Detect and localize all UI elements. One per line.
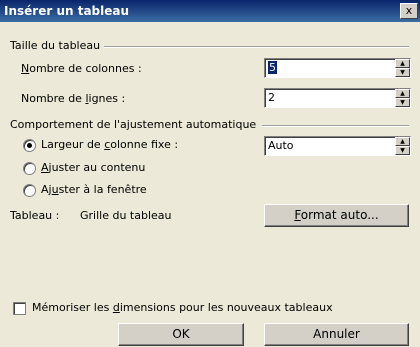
columns-value[interactable]: 5	[268, 61, 277, 74]
remember-label[interactable]: Mémoriser les dimensions pour les nouvea…	[32, 301, 333, 314]
autoformat-button[interactable]: Format auto...	[264, 204, 409, 227]
fixed-width-value[interactable]: Auto	[268, 139, 294, 152]
ok-button[interactable]: OK	[118, 323, 244, 346]
group-autofit-label: Comportement de l'ajustement automatique	[10, 118, 257, 131]
columns-up-button[interactable]: ▲	[395, 59, 410, 68]
table-style-label: Tableau :	[10, 209, 60, 222]
divider	[262, 125, 409, 127]
remember-checkbox[interactable]	[13, 302, 26, 315]
fit-window-radio[interactable]	[23, 184, 36, 197]
dialog-title: Insérer un tableau	[4, 4, 130, 18]
rows-value[interactable]: 2	[268, 91, 275, 104]
title-bar: Insérer un tableau x	[0, 0, 420, 22]
table-style-value: Grille du tableau	[80, 209, 172, 222]
fit-window-label[interactable]: Ajuster à la fenêtre	[41, 183, 147, 196]
rows-down-button[interactable]: ▼	[395, 98, 410, 107]
fixed-width-radio[interactable]	[23, 139, 36, 152]
columns-down-button[interactable]: ▼	[395, 68, 410, 77]
fixed-width-spinner[interactable]: Auto ▲ ▼	[264, 136, 411, 156]
divider	[104, 46, 409, 48]
columns-label: Nombre de colonnes :	[21, 62, 142, 75]
fixed-width-down-button[interactable]: ▼	[395, 146, 410, 155]
group-table-size-label: Taille du tableau	[10, 39, 101, 52]
rows-label: Nombre de lignes :	[21, 92, 126, 105]
columns-spinner[interactable]: 5 ▲ ▼	[264, 58, 411, 78]
rows-up-button[interactable]: ▲	[395, 89, 410, 98]
fit-content-label[interactable]: Ajuster au contenu	[41, 161, 145, 174]
close-button[interactable]: x	[400, 3, 418, 19]
rows-spinner[interactable]: 2 ▲ ▼	[264, 88, 411, 108]
fixed-width-up-button[interactable]: ▲	[395, 137, 410, 146]
cancel-button[interactable]: Annuler	[264, 323, 409, 346]
fit-content-radio[interactable]	[23, 162, 36, 175]
fixed-width-label[interactable]: Largeur de colonne fixe :	[41, 138, 178, 151]
